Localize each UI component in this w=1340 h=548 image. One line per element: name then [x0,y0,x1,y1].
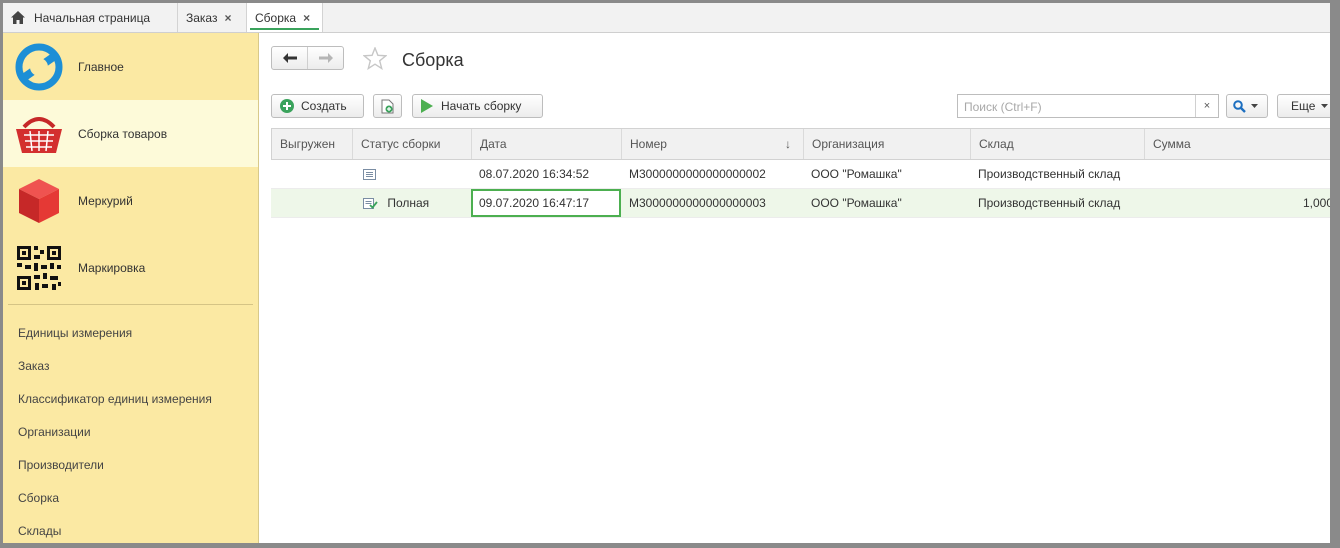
document-add-icon [381,99,394,114]
close-icon[interactable]: × [224,11,231,25]
tab-home[interactable]: Начальная страница [3,3,178,32]
history-nav [271,46,344,70]
close-icon[interactable]: × [303,11,310,25]
table-row[interactable]: 08.07.2020 16:34:52 М3000000000000000002… [271,160,1330,189]
cell-sum [1144,160,1330,188]
document-check-icon [363,197,378,210]
search-options-button[interactable] [1226,94,1268,118]
column-organization[interactable]: Организация [804,129,971,159]
arrow-left-icon [282,53,297,63]
cell-status-text: Полная [387,196,430,210]
clear-search-button[interactable]: × [1195,95,1218,117]
sidebar-item-units[interactable]: Единицы измерения [18,326,132,340]
create-button[interactable]: Создать [271,94,364,118]
plus-circle-icon [280,99,294,113]
tab-order-label: Заказ [186,10,218,25]
search-input[interactable] [962,96,1196,118]
table-header: Выгружен Статус сборки Дата Номер ↓ Орга… [271,128,1330,160]
sidebar: Главное Сборка товаров Меркурий Маркиров… [3,33,259,543]
main-content: Сборка Создать Начать сборку × [259,33,1330,543]
page-title: Сборка [402,50,464,70]
table-row-selected[interactable]: Полная 09.07.2020 16:47:17 М300000000000… [271,189,1330,218]
cell-number: М3000000000000000002 [629,167,766,181]
document-list-icon [363,169,376,181]
active-tab-indicator [250,28,319,30]
column-number[interactable]: Номер ↓ [622,129,804,159]
sidebar-item-order[interactable]: Заказ [18,359,49,373]
app-window: Начальная страница Заказ × Сборка × Глав… [3,3,1330,543]
more-button-label: Еще [1291,99,1316,113]
sidebar-item-warehouses[interactable]: Склады [18,524,61,538]
sidebar-section-assembly[interactable]: Сборка товаров [3,100,258,167]
sidebar-section-label: Главное [78,59,124,74]
column-exported[interactable]: Выгружен [272,129,353,159]
sidebar-section-main[interactable]: Главное [3,33,258,100]
sort-desc-icon: ↓ [785,137,791,151]
home-icon [11,11,25,24]
cell-organization: ООО "Ромашка" [811,167,902,181]
chevron-down-icon [1321,104,1329,108]
cell-exported [271,160,352,188]
cell-warehouse: Производственный склад [978,196,1121,210]
cell-exported [271,189,352,217]
start-assembly-button[interactable]: Начать сборку [412,94,543,118]
tab-order[interactable]: Заказ × [178,3,247,32]
qr-code-icon [14,243,64,293]
cube-icon [14,176,64,226]
sidebar-section-mercury[interactable]: Меркурий [3,167,258,234]
column-sum[interactable]: Сумма [1145,129,1330,159]
forward-button[interactable] [307,47,343,69]
create-button-label: Создать [301,99,347,113]
search-icon [1233,99,1246,113]
sidebar-divider [8,304,253,305]
copy-button[interactable] [373,94,402,118]
sidebar-section-label: Меркурий [78,193,133,208]
basket-icon [14,109,64,159]
search-box: × [957,94,1219,118]
tab-strip: Начальная страница Заказ × Сборка × [3,3,1330,33]
sidebar-item-assembly[interactable]: Сборка [18,491,59,505]
sidebar-item-organizations[interactable]: Организации [18,425,91,439]
tab-assembly[interactable]: Сборка × [247,3,323,32]
cell-status [352,160,471,188]
sidebar-section-label: Маркировка [78,260,146,275]
play-icon [421,99,433,113]
column-number-label: Номер [630,137,667,151]
main-logo-icon [14,42,64,92]
chevron-down-icon [1251,104,1258,108]
cell-date-focused[interactable]: 09.07.2020 16:47:17 [471,189,621,217]
cell-organization: ООО "Ромашка" [811,196,902,210]
column-date[interactable]: Дата [472,129,622,159]
cell-number: М3000000000000000003 [629,196,766,210]
sidebar-item-unit-classifier[interactable]: Классификатор единиц измерения [18,392,212,406]
column-warehouse[interactable]: Склад [971,129,1145,159]
sidebar-section-label: Сборка товаров [78,126,168,141]
cell-date: 08.07.2020 16:34:52 [479,167,590,181]
favorite-star-icon[interactable] [362,46,388,73]
more-button[interactable]: Еще [1277,94,1330,118]
cell-sum: 1,000 [1302,196,1330,210]
column-status[interactable]: Статус сборки [353,129,472,159]
cell-warehouse: Производственный склад [978,167,1121,181]
arrow-right-icon [318,53,333,63]
cell-status: Полная [352,189,471,217]
back-button[interactable] [272,47,307,69]
sidebar-item-manufacturers[interactable]: Производители [18,458,104,472]
start-assembly-label: Начать сборку [441,99,522,113]
tab-home-label: Начальная страница [34,10,151,25]
sidebar-section-marking[interactable]: Маркировка [3,234,258,301]
tab-assembly-label: Сборка [255,10,297,25]
